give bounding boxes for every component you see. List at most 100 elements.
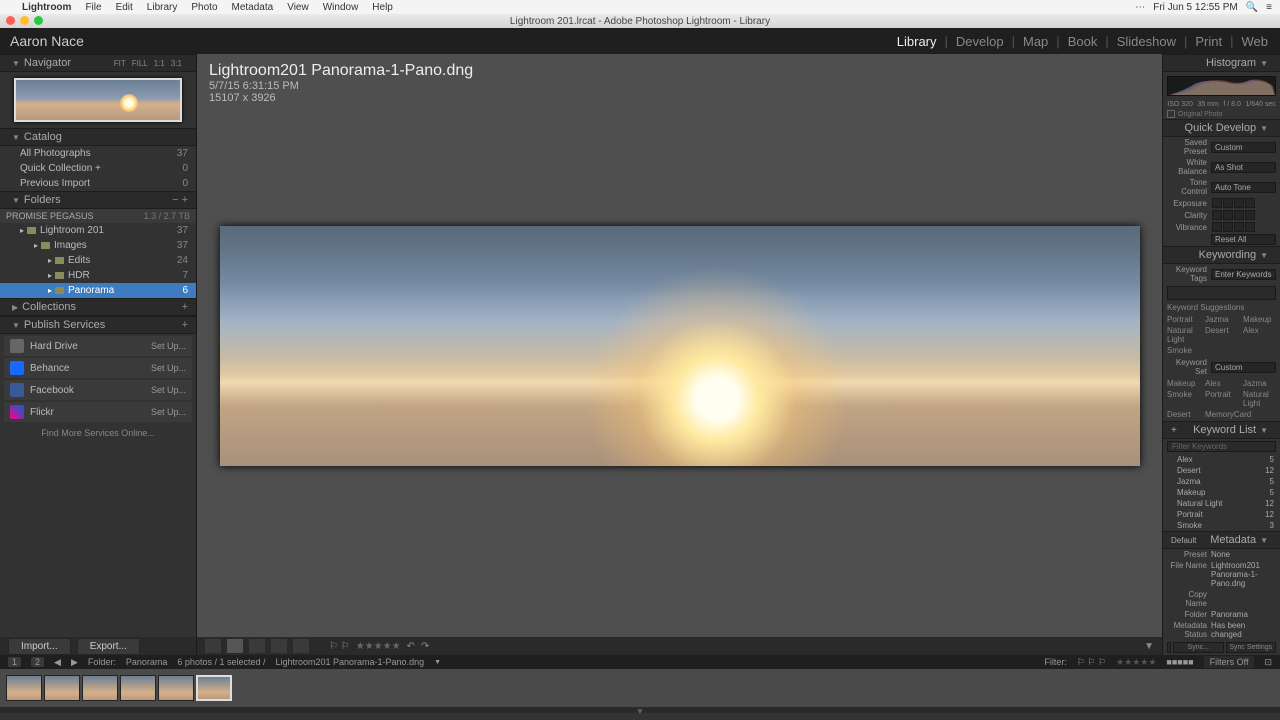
keyword-filter-input[interactable]: Filter Keywords (1167, 441, 1276, 452)
histogram-chart[interactable] (1167, 76, 1276, 96)
disclosure-triangle-icon[interactable]: ▼ (1260, 426, 1268, 435)
module-develop[interactable]: Develop (954, 34, 1006, 49)
meta-folder-value[interactable]: Panorama (1211, 610, 1276, 619)
keyword-set-item[interactable]: Alex (1205, 379, 1235, 388)
wb-dropdown[interactable]: As Shot (1211, 162, 1276, 173)
nav-fit[interactable]: FIT (114, 59, 126, 68)
filter-colors[interactable]: ■■■■■ (1166, 657, 1193, 667)
add-keyword-icon[interactable]: + (1171, 425, 1177, 436)
rating-stars[interactable]: ★★★★★ (356, 641, 401, 652)
folder-item[interactable]: ▸Edits24 (0, 253, 196, 268)
vibrance-inc[interactable] (1234, 222, 1244, 232)
catalog-item[interactable]: Previous Import0 (0, 176, 196, 191)
disclosure-triangle-icon[interactable]: ▼ (1260, 536, 1268, 545)
nav-back-icon[interactable]: ◀ (54, 657, 61, 668)
clarity-dec2[interactable] (1212, 210, 1222, 220)
histogram-header[interactable]: Histogram ▼ (1163, 54, 1280, 72)
filmstrip-thumb[interactable] (120, 675, 156, 701)
meta-copyname-value[interactable] (1211, 590, 1276, 608)
second-window-badge[interactable]: 2 (31, 657, 44, 667)
publish-service[interactable]: BehanceSet Up... (4, 358, 192, 378)
disclosure-triangle-icon[interactable]: ▼ (1260, 124, 1268, 133)
sync-settings-button[interactable]: Sync Settings (1226, 642, 1277, 653)
filter-lock-icon[interactable]: ⊡ (1264, 657, 1272, 668)
keyword-set-item[interactable]: Smoke (1167, 390, 1197, 408)
keywordtags-dropdown[interactable]: Enter Keywords (1211, 269, 1276, 280)
filter-stars[interactable]: ★★★★★ (1116, 657, 1156, 668)
menu-view[interactable]: View (287, 2, 309, 13)
keyword-list-item[interactable]: Jazma5 (1163, 476, 1280, 487)
filmstrip[interactable] (0, 669, 1280, 707)
infobar-folder[interactable]: Panorama (126, 657, 168, 667)
infobar-dropdown-icon[interactable]: ▼ (434, 659, 441, 666)
menu-photo[interactable]: Photo (191, 2, 217, 13)
disclosure-triangle-icon[interactable]: ▼ (12, 321, 20, 330)
keyword-list-item[interactable]: Smoke3 (1163, 520, 1280, 531)
module-library[interactable]: Library (895, 34, 939, 49)
disclosure-triangle-icon[interactable]: ▼ (1260, 251, 1268, 260)
toolbar-menu-icon[interactable]: ▼ (1144, 641, 1154, 652)
keyword-set-item[interactable]: Jazma (1243, 379, 1273, 388)
menu-window[interactable]: Window (323, 2, 359, 13)
disclosure-triangle-icon[interactable]: ▼ (12, 59, 20, 68)
spotlight-icon[interactable]: 🔍 (1246, 2, 1258, 13)
people-view-button[interactable] (293, 639, 309, 653)
exposure-inc2[interactable] (1245, 198, 1255, 208)
app-name[interactable]: Lightroom (22, 2, 71, 13)
disclosure-triangle-icon[interactable]: ▼ (12, 196, 20, 205)
keyword-list-item[interactable]: Desert12 (1163, 465, 1280, 476)
module-book[interactable]: Book (1066, 34, 1100, 49)
find-more-services[interactable]: Find More Services Online... (0, 424, 196, 442)
loupe-image[interactable] (220, 226, 1140, 466)
filmstrip-thumb[interactable] (44, 675, 80, 701)
filmstrip-handle[interactable]: ▼ (0, 707, 1280, 713)
exposure-dec[interactable] (1223, 198, 1233, 208)
sync-toggle[interactable] (1167, 642, 1171, 653)
identity-plate[interactable]: Aaron Nace (10, 33, 84, 49)
survey-view-button[interactable] (271, 639, 287, 653)
nav-3to1[interactable]: 3:1 (171, 59, 182, 68)
reset-all-button[interactable]: Reset All (1211, 234, 1276, 245)
folder-item[interactable]: ▸HDR7 (0, 268, 196, 283)
folder-item[interactable]: ▸Lightroom 20137 (0, 223, 196, 238)
publish-service[interactable]: FacebookSet Up... (4, 380, 192, 400)
navigator-header[interactable]: ▼ Navigator FIT FILL 1:1 3:1 (0, 54, 196, 72)
grid-view-button[interactable] (205, 639, 221, 653)
catalog-item[interactable]: All Photographs37 (0, 146, 196, 161)
navigator-image[interactable] (14, 78, 182, 122)
keyword-suggestion[interactable]: Makeup (1243, 315, 1273, 324)
vibrance-dec[interactable] (1223, 222, 1233, 232)
keywordlist-header[interactable]: + Keyword List ▼ (1163, 421, 1280, 439)
import-button[interactable]: Import... (8, 638, 71, 655)
rotate-cw-icon[interactable]: ↷ (421, 641, 429, 652)
filmstrip-thumb[interactable] (6, 675, 42, 701)
keyword-list-item[interactable]: Natural Light12 (1163, 498, 1280, 509)
vibrance-dec2[interactable] (1212, 222, 1222, 232)
filters-off-button[interactable]: Filters Off (1204, 656, 1255, 668)
loupe-view-button[interactable] (227, 639, 243, 653)
keywordset-dropdown[interactable]: Custom (1211, 362, 1276, 373)
clarity-dec[interactable] (1223, 210, 1233, 220)
keyword-set-item[interactable]: Natural Light (1243, 390, 1273, 408)
flag-buttons[interactable]: ⚐ ⚐ (329, 641, 350, 652)
keyword-list-item[interactable]: Portrait12 (1163, 509, 1280, 520)
filmstrip-thumb[interactable] (158, 675, 194, 701)
keyword-suggestion[interactable]: Natural Light (1167, 326, 1197, 344)
filter-flags[interactable]: ⚐ ⚐ ⚐ (1077, 657, 1106, 668)
keyword-set-item[interactable]: Makeup (1167, 379, 1197, 388)
keyword-set-item[interactable]: Portrait (1205, 390, 1235, 408)
navigator-preview[interactable] (0, 72, 196, 128)
minimize-window-button[interactable] (20, 16, 29, 25)
rotate-ccw-icon[interactable]: ↶ (407, 641, 415, 652)
main-window-badge[interactable]: 1 (8, 657, 21, 667)
disclosure-triangle-icon[interactable]: ▼ (12, 133, 20, 142)
clarity-inc[interactable] (1234, 210, 1244, 220)
zoom-window-button[interactable] (34, 16, 43, 25)
disclosure-triangle-icon[interactable]: ▶ (12, 303, 18, 312)
nav-fill[interactable]: FILL (132, 59, 148, 68)
keyword-suggestion[interactable]: Jazma (1205, 315, 1235, 324)
keyword-suggestion[interactable]: Smoke (1167, 346, 1197, 355)
add-collection-icon[interactable]: + (182, 301, 188, 313)
module-slideshow[interactable]: Slideshow (1115, 34, 1178, 49)
exposure-inc[interactable] (1234, 198, 1244, 208)
